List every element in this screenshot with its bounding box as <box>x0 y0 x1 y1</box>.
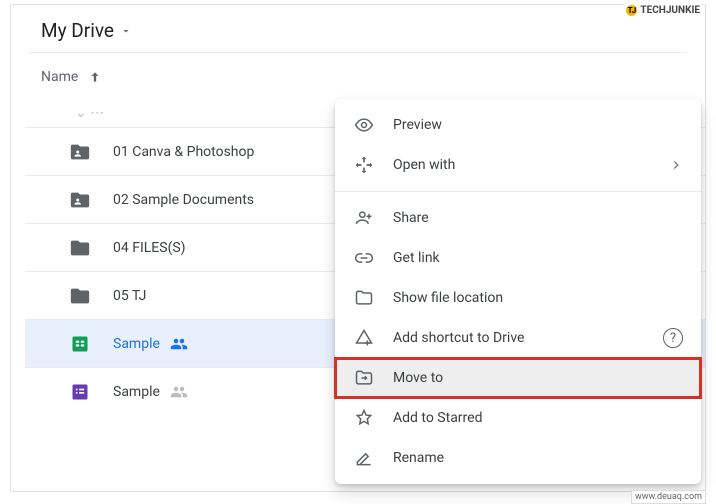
menu-item-share[interactable]: Share <box>335 198 701 238</box>
menu-item-show-location[interactable]: Show file location <box>335 278 701 318</box>
person-add-icon <box>353 207 375 229</box>
shared-icon <box>170 335 188 353</box>
open-with-icon <box>353 154 375 176</box>
menu-label: Add shortcut to Drive <box>393 330 645 346</box>
menu-label: Get link <box>393 250 683 266</box>
breadcrumb[interactable]: My Drive <box>11 5 705 52</box>
watermark-logo: TJ TECHJUNKIE <box>624 4 702 17</box>
sheets-icon <box>69 333 91 355</box>
menu-separator <box>335 191 701 192</box>
star-icon <box>353 407 375 429</box>
menu-item-preview[interactable]: Preview <box>335 105 701 145</box>
shared-icon <box>170 383 188 401</box>
menu-label: Preview <box>393 117 683 133</box>
help-icon[interactable]: ? <box>663 328 683 348</box>
folder-move-icon <box>353 367 375 389</box>
folder-icon <box>69 285 91 307</box>
folder-shared-icon <box>69 189 91 211</box>
drive-add-icon <box>353 327 375 349</box>
menu-label: Open with <box>393 157 651 173</box>
forms-icon <box>69 381 91 403</box>
menu-item-add-starred[interactable]: Add to Starred <box>335 398 701 438</box>
pencil-icon <box>353 447 375 469</box>
menu-item-get-link[interactable]: Get link <box>335 238 701 278</box>
menu-label: Share <box>393 210 683 226</box>
file-name: 04 FILES(S) <box>113 240 186 256</box>
menu-item-rename[interactable]: Rename <box>335 438 701 478</box>
sort-arrow-up-icon <box>88 70 102 84</box>
file-name: 01 Canva & Photoshop <box>113 144 254 160</box>
column-label: Name <box>41 69 78 85</box>
chevron-icon: ⌄ ⋯ <box>75 105 104 121</box>
file-name: Sample <box>113 336 160 352</box>
watermark-text: TECHJUNKIE <box>640 5 700 16</box>
folder-icon <box>69 237 91 259</box>
file-name: Sample <box>113 384 160 400</box>
link-icon <box>353 247 375 269</box>
chevron-down-icon <box>120 25 132 37</box>
menu-item-open-with[interactable]: Open with <box>335 145 701 185</box>
context-menu: Preview Open with Share Get link <box>335 99 701 484</box>
page-title: My Drive <box>41 19 114 42</box>
file-name: 02 Sample Documents <box>113 192 254 208</box>
chevron-right-icon <box>669 158 683 172</box>
menu-label: Rename <box>393 450 683 466</box>
folder-shared-icon <box>69 141 91 163</box>
menu-label: Add to Starred <box>393 410 683 426</box>
file-name: 05 TJ <box>113 288 146 304</box>
watermark-url: www.deuaq.com <box>631 490 706 504</box>
folder-outline-icon <box>353 287 375 309</box>
menu-label: Move to <box>393 370 683 386</box>
menu-item-add-shortcut[interactable]: Add shortcut to Drive ? <box>335 318 701 358</box>
column-header-name[interactable]: Name <box>11 53 705 99</box>
menu-label: Show file location <box>393 290 683 306</box>
menu-item-move-to[interactable]: Move to <box>335 358 701 398</box>
eye-icon <box>353 114 375 136</box>
